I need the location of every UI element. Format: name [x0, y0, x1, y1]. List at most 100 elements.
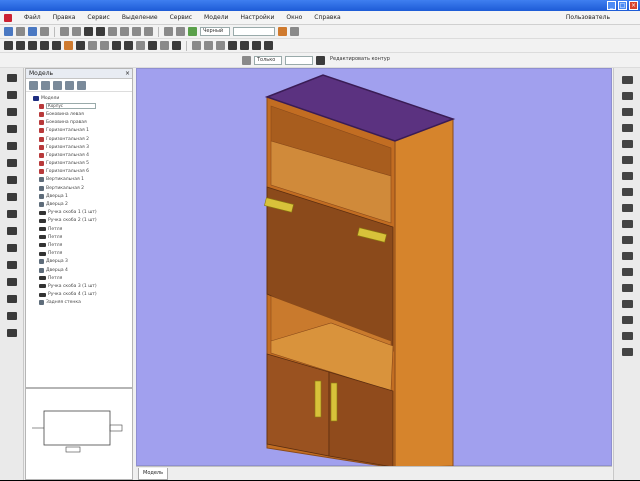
expand-icon[interactable]	[29, 80, 38, 90]
zoom-icon[interactable]	[240, 41, 249, 50]
view-icon-9[interactable]	[621, 204, 633, 212]
tool-door-icon[interactable]	[6, 142, 17, 150]
view-icon-3[interactable]	[621, 108, 633, 116]
tree-item[interactable]: Ручка скоба 1 (1 шт)	[29, 209, 132, 217]
shelf-icon[interactable]	[52, 41, 61, 50]
tool-material-icon[interactable]	[6, 312, 17, 320]
tree-item[interactable]: Боковина правая	[29, 119, 132, 127]
close-icon[interactable]: ×	[125, 69, 130, 79]
view-icon-13[interactable]	[621, 268, 633, 276]
view-icon-1[interactable]	[621, 76, 633, 84]
undo-icon[interactable]	[60, 27, 69, 36]
tool-shelf-icon[interactable]	[6, 176, 17, 184]
cabinet-model[interactable]	[137, 69, 613, 469]
orbit-icon[interactable]	[264, 41, 273, 50]
tool-profile-icon[interactable]	[6, 244, 17, 252]
tree-item[interactable]: Ручка скоба 2 (1 шт)	[29, 217, 132, 225]
mode-icon[interactable]	[242, 55, 251, 65]
text-icon[interactable]	[176, 27, 185, 36]
box-icon[interactable]	[28, 41, 37, 50]
open-file-icon[interactable]	[16, 27, 25, 36]
arc-icon[interactable]	[108, 27, 117, 36]
view-icon-15[interactable]	[621, 300, 633, 308]
tree-item[interactable]: Горизонтальная 3	[29, 143, 132, 151]
contour-icon[interactable]	[316, 55, 325, 65]
view-icon-12[interactable]	[621, 252, 633, 260]
tab-model[interactable]: Модель	[138, 468, 169, 480]
option-select[interactable]	[285, 55, 313, 65]
view-icon-14[interactable]	[621, 284, 633, 292]
menu-settings[interactable]: Настройки	[234, 14, 280, 21]
view-front-icon[interactable]	[192, 41, 201, 50]
drawer-icon[interactable]	[40, 41, 49, 50]
menu-service-2[interactable]: Сервис	[164, 14, 198, 21]
rectangle-icon[interactable]	[132, 27, 141, 36]
tool-hole-icon[interactable]	[6, 261, 17, 269]
menu-models[interactable]: Модели	[198, 14, 234, 21]
array-icon[interactable]	[148, 41, 157, 50]
view-icon-5[interactable]	[621, 140, 633, 148]
tree-item[interactable]: Дверца 4	[29, 266, 132, 274]
tree-item[interactable]: Горизонтальная 6	[29, 168, 132, 176]
3d-viewport[interactable]	[136, 68, 613, 469]
menu-file[interactable]: Файл	[18, 14, 47, 21]
settings-icon[interactable]	[278, 27, 287, 36]
menu-help[interactable]: Справка	[308, 14, 346, 21]
tree-item[interactable]: Горизонтальная 5	[29, 160, 132, 168]
view-icon-6[interactable]	[621, 156, 633, 164]
tree-item[interactable]: Горизонтальная 2	[29, 135, 132, 143]
view-iso-icon[interactable]	[216, 41, 225, 50]
pan-icon[interactable]	[252, 41, 261, 50]
tree-item[interactable]: Горизонтальная 1	[29, 127, 132, 135]
magnet-icon[interactable]	[84, 27, 93, 36]
filter-icon[interactable]	[53, 80, 62, 90]
save-icon[interactable]	[28, 27, 37, 36]
view-icon-11[interactable]	[621, 236, 633, 244]
tool-move-icon[interactable]	[6, 91, 17, 99]
properties-icon[interactable]	[77, 80, 86, 90]
copy-icon[interactable]	[136, 41, 145, 50]
tree-item[interactable]: Горизонтальная 4	[29, 151, 132, 159]
redo-icon[interactable]	[72, 27, 81, 36]
tool-select-icon[interactable]	[6, 74, 17, 82]
layer-icon[interactable]	[188, 27, 197, 36]
tool-box-icon[interactable]	[6, 108, 17, 116]
measure-icon[interactable]	[172, 41, 181, 50]
dimension-icon[interactable]	[164, 27, 173, 36]
grid-icon[interactable]	[290, 27, 299, 36]
print-icon[interactable]	[40, 27, 49, 36]
polyline-icon[interactable]	[144, 27, 153, 36]
menu-selection[interactable]: Выделение	[116, 14, 164, 21]
tool-cut-icon[interactable]	[6, 278, 17, 286]
facade-icon[interactable]	[16, 41, 25, 50]
tree-item[interactable]: Дверца 3	[29, 258, 132, 266]
tool-hinge-icon[interactable]	[6, 210, 17, 218]
menu-window[interactable]: Окно	[280, 14, 308, 21]
tree-item[interactable]: Модели	[29, 94, 132, 102]
hole-icon[interactable]	[76, 41, 85, 50]
menu-service[interactable]: Сервис	[81, 14, 115, 21]
scale-select[interactable]	[233, 27, 275, 36]
tree-item[interactable]: Дверца 1	[29, 192, 132, 200]
view-icon-10[interactable]	[621, 220, 633, 228]
maximize-button[interactable]: □	[618, 1, 627, 10]
tree-item[interactable]: Петля	[29, 274, 132, 282]
color-select[interactable]: Черный	[200, 27, 230, 36]
tree-item[interactable]: Боковина левая	[29, 110, 132, 118]
tree-item[interactable]: Петля	[29, 241, 132, 249]
tree-item[interactable]: Задняя стенка	[29, 299, 132, 307]
align-icon[interactable]	[160, 41, 169, 50]
tool-camera-icon[interactable]	[6, 329, 17, 337]
new-file-icon[interactable]	[4, 27, 13, 36]
collapse-icon[interactable]	[41, 80, 50, 90]
mode-select[interactable]: Только	[254, 55, 282, 65]
tree-item[interactable]: Дверца 2	[29, 200, 132, 208]
tool-handle-icon[interactable]	[6, 193, 17, 201]
tree-item[interactable]: Ручка скоба 4 (1 шт)	[29, 291, 132, 299]
minimize-button[interactable]: _	[607, 1, 616, 10]
view-icon-2[interactable]	[621, 92, 633, 100]
line-icon[interactable]	[96, 27, 105, 36]
tree-item[interactable]: Петля	[29, 225, 132, 233]
tree-item[interactable]: Вертикальная 2	[29, 184, 132, 192]
delete-icon[interactable]	[65, 80, 74, 90]
